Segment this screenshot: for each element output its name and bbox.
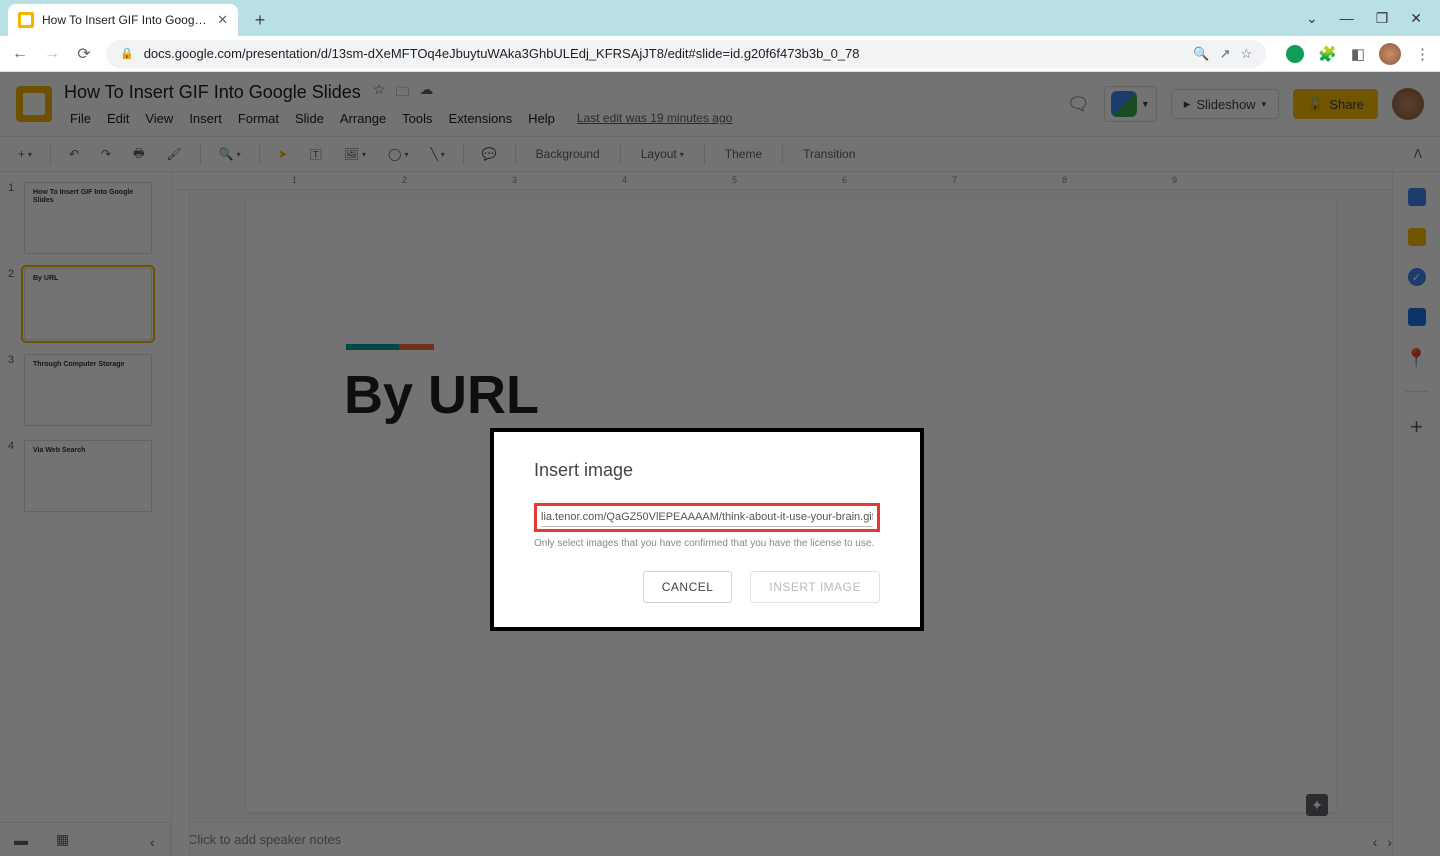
dialog-hint: Only select images that you have confirm… xyxy=(534,538,880,549)
insert-image-dialog: Insert image Only select images that you… xyxy=(490,428,924,631)
maximize-icon[interactable]: ❐ xyxy=(1376,10,1389,27)
dialog-title: Insert image xyxy=(534,460,880,481)
cancel-button[interactable]: CANCEL xyxy=(643,571,733,603)
extensions-icon[interactable]: 🧩 xyxy=(1318,45,1337,63)
minimize-icon[interactable]: — xyxy=(1340,10,1354,26)
browser-tab-strip: How To Insert GIF Into Google Sl ✕ + ⌄ —… xyxy=(0,0,1440,36)
tab-title: How To Insert GIF Into Google Sl xyxy=(42,13,209,27)
grammarly-extension-icon[interactable] xyxy=(1286,45,1304,63)
side-panel-icon[interactable]: ◧ xyxy=(1351,45,1365,63)
browser-extensions: 🧩 ◧ ⋮ xyxy=(1278,43,1430,65)
image-url-input[interactable] xyxy=(541,508,873,527)
bookmark-icon[interactable]: ☆ xyxy=(1240,46,1252,62)
forward-button[interactable]: → xyxy=(42,45,62,63)
chevron-down-icon[interactable]: ⌄ xyxy=(1306,10,1318,27)
slides-app: How To Insert GIF Into Google Slides ☆ 🗀… xyxy=(0,72,1440,856)
back-button[interactable]: ← xyxy=(10,45,30,63)
address-bar: ← → ⟳ 🔒 docs.google.com/presentation/d/1… xyxy=(0,36,1440,72)
new-tab-button[interactable]: + xyxy=(246,6,274,34)
browser-tab[interactable]: How To Insert GIF Into Google Sl ✕ xyxy=(8,4,238,36)
url-text: docs.google.com/presentation/d/13sm-dXeM… xyxy=(144,46,1184,61)
url-input-highlight xyxy=(534,503,880,532)
window-controls: ⌄ — ❐ ✕ xyxy=(1288,0,1440,36)
share-url-icon[interactable]: ↗ xyxy=(1220,46,1231,62)
url-field[interactable]: 🔒 docs.google.com/presentation/d/13sm-dX… xyxy=(106,40,1266,68)
insert-image-button[interactable]: INSERT IMAGE xyxy=(750,571,880,603)
slides-favicon xyxy=(18,12,34,28)
lock-icon: 🔒 xyxy=(120,47,134,60)
close-tab-icon[interactable]: ✕ xyxy=(217,12,228,28)
reload-button[interactable]: ⟳ xyxy=(74,44,94,64)
browser-menu-icon[interactable]: ⋮ xyxy=(1415,45,1430,63)
zoom-icon[interactable]: 🔍 xyxy=(1193,46,1209,62)
browser-profile-avatar[interactable] xyxy=(1379,43,1401,65)
close-window-icon[interactable]: ✕ xyxy=(1410,10,1422,27)
